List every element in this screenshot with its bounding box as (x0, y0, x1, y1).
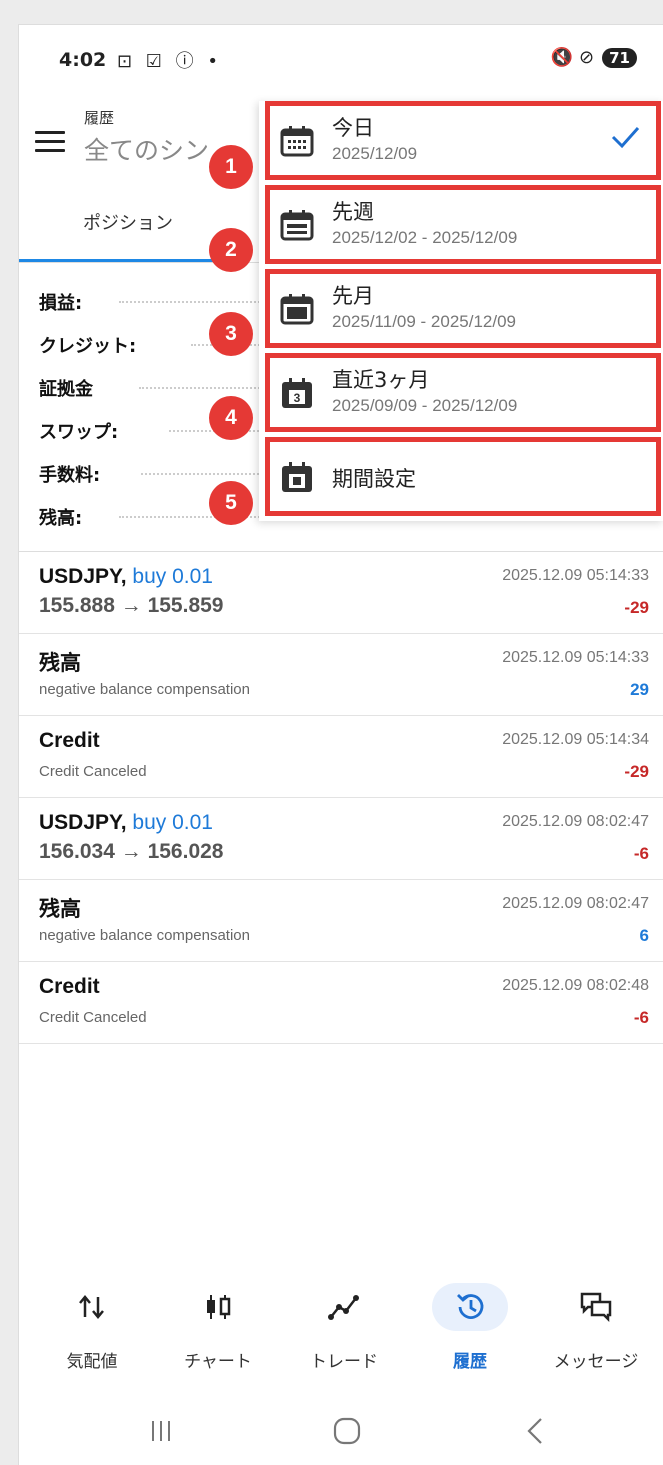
balance-comment: negative balance compensation (39, 927, 250, 944)
nav-label: 履歴 (453, 1352, 487, 1372)
messages-icon (580, 1292, 612, 1323)
deal-profit: -29 (624, 598, 649, 617)
step-badge: 5 (209, 481, 253, 525)
svg-text:3: 3 (294, 391, 301, 405)
mute-wifi-icons: 🔇 ⊘ (550, 47, 595, 68)
hamburger-menu-icon[interactable] (35, 131, 65, 155)
calendar-week-icon (280, 210, 314, 241)
system-status-icons: 🔇 ⊘ 71 (551, 47, 637, 68)
credit-time: 2025.12.09 05:14:34 (502, 731, 649, 748)
credit-time: 2025.12.09 08:02:48 (502, 977, 649, 994)
status-time: 4:02 (59, 49, 107, 71)
nav-quotes[interactable]: 気配値 (32, 1281, 152, 1391)
trade-icon (328, 1295, 359, 1320)
period-option-custom[interactable]: 期間設定 (265, 437, 661, 516)
period-label: 直近3ヶ月 (332, 368, 430, 392)
period-range: 2025/09/09 - 2025/12/09 (332, 396, 518, 415)
credit-title: Credit (39, 729, 100, 752)
history-icon (457, 1294, 484, 1319)
battery-icon: 71 (602, 47, 637, 68)
nav-messages[interactable]: メッセージ (536, 1281, 656, 1391)
period-option-last-month[interactable]: 先月 2025/11/09 - 2025/12/09 (265, 269, 661, 348)
credit-amount: -6 (633, 1008, 649, 1027)
status-bar: 4:02 ⊡ ☑ ⓘ • 🔇 ⊘ 71 (19, 25, 663, 99)
balance-row[interactable]: 残高 negative balance compensation 2025.12… (19, 634, 663, 716)
balance-row[interactable]: 残高 negative balance compensation 2025.12… (19, 880, 663, 962)
calendar-3-icon: 3 (282, 378, 312, 408)
period-option-3-months[interactable]: 3 直近3ヶ月 2025/09/09 - 2025/12/09 (265, 353, 661, 432)
step-badge: 1 (209, 145, 253, 189)
summary-label: 残高: (39, 508, 83, 529)
credit-amount: -29 (624, 762, 649, 781)
balance-comment: negative balance compensation (39, 681, 250, 698)
deal-row[interactable]: USDJPY, buy 0.01 155.888 → 155.859 2025.… (19, 552, 663, 634)
credit-comment: Credit Canceled (39, 763, 147, 780)
deal-time: 2025.12.09 05:14:33 (502, 567, 649, 584)
nav-label: 気配値 (66, 1352, 118, 1372)
period-range: 2025/12/09 (332, 144, 418, 163)
phone-screen: 4:02 ⊡ ☑ ⓘ • 🔇 ⊘ 71 履歴 全てのシン ポジション 損益: ク… (18, 24, 663, 1465)
checkmark-icon (611, 127, 640, 149)
nav-label: チャート (184, 1352, 252, 1372)
deal-history-list: USDJPY, buy 0.01 155.888 → 155.859 2025.… (19, 552, 663, 1044)
calendar-month-icon (280, 294, 314, 325)
summary-label: 証拠金 (39, 379, 93, 400)
balance-title: 残高 (39, 652, 81, 675)
period-option-today[interactable]: 今日 2025/12/09 (265, 101, 661, 180)
deal-symbol: USDJPY, buy 0.01 (39, 565, 213, 588)
period-range: 2025/11/09 - 2025/12/09 (332, 312, 517, 331)
deal-symbol: USDJPY, buy 0.01 (39, 811, 213, 834)
summary-label: クレジット: (39, 336, 137, 357)
period-label: 先週 (332, 200, 374, 224)
deal-side: buy 0.01 (132, 811, 213, 834)
balance-time: 2025.12.09 05:14:33 (502, 649, 649, 666)
credit-comment: Credit Canceled (39, 1009, 147, 1026)
chart-icon (207, 1295, 231, 1319)
credit-title: Credit (39, 975, 100, 998)
calendar-custom-icon (282, 462, 312, 492)
deal-profit: -6 (633, 844, 649, 863)
nav-label: メッセージ (553, 1352, 639, 1372)
bottom-navigation: 気配値 チャート トレード 履歴 メッセージ (19, 1281, 663, 1391)
nav-label: トレード (310, 1352, 378, 1372)
summary-label: スワップ: (39, 422, 119, 443)
period-range: 2025/12/02 - 2025/12/09 (332, 228, 518, 247)
balance-time: 2025.12.09 08:02:47 (502, 895, 649, 912)
period-label: 今日 (332, 116, 374, 140)
deal-row[interactable]: USDJPY, buy 0.01 156.034 → 156.028 2025.… (19, 798, 663, 880)
calendar-day-icon (280, 126, 314, 157)
back-icon[interactable] (515, 1411, 555, 1451)
home-icon[interactable] (327, 1411, 367, 1451)
notification-icons: ⊡ ☑ ⓘ • (117, 51, 223, 72)
deal-side: buy 0.01 (132, 565, 213, 588)
summary-label: 損益: (39, 293, 83, 314)
balance-amount: 6 (639, 926, 649, 945)
system-navigation (19, 1401, 663, 1461)
summary-label: 手数料: (39, 465, 101, 486)
period-dropdown: 今日 2025/12/09 先週 2025/12/02 - 2025/12/09… (259, 101, 663, 521)
deal-prices: 156.034 → 156.028 (39, 840, 224, 863)
quotes-icon (79, 1295, 104, 1319)
period-label: 先月 (332, 284, 374, 308)
recent-apps-icon[interactable] (141, 1411, 181, 1451)
step-badge: 4 (209, 396, 253, 440)
deal-time: 2025.12.09 08:02:47 (502, 813, 649, 830)
step-badge: 2 (209, 228, 253, 272)
period-option-last-week[interactable]: 先週 2025/12/02 - 2025/12/09 (265, 185, 661, 264)
balance-title: 残高 (39, 898, 81, 921)
nav-trade[interactable]: トレード (284, 1281, 404, 1391)
credit-row[interactable]: Credit Credit Canceled 2025.12.09 08:02:… (19, 962, 663, 1044)
credit-row[interactable]: Credit Credit Canceled 2025.12.09 05:14:… (19, 716, 663, 798)
symbol-filter[interactable]: 全てのシン (84, 131, 209, 167)
balance-amount: 29 (630, 680, 649, 699)
nav-chart[interactable]: チャート (158, 1281, 278, 1391)
period-label: 期間設定 (332, 467, 416, 491)
nav-history[interactable]: 履歴 (410, 1281, 530, 1391)
tab-positions[interactable]: ポジション (19, 201, 237, 265)
deal-prices: 155.888 → 155.859 (39, 594, 224, 617)
step-badge: 3 (209, 312, 253, 356)
header-subtitle: 履歴 (84, 109, 115, 127)
